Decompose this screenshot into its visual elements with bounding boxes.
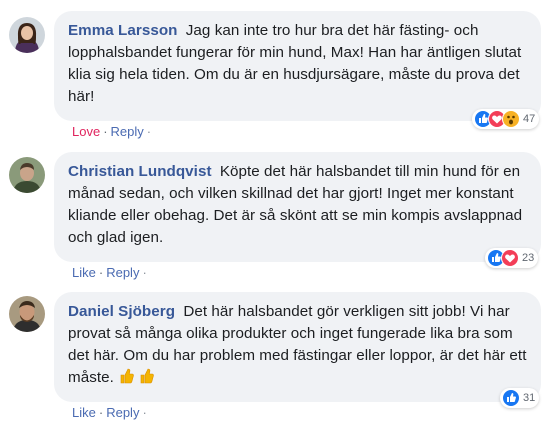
- comment-author[interactable]: Christian Lundqvist: [68, 163, 212, 180]
- like-icon: [502, 389, 520, 407]
- comment-author[interactable]: Daniel Sjöberg: [68, 303, 175, 320]
- reaction-summary[interactable]: 31: [500, 388, 540, 408]
- action-dot: ·: [142, 405, 147, 420]
- comment-bubble: Christian Lundqvist Köpte det här halsba…: [54, 152, 541, 262]
- reaction-count: 31: [523, 392, 536, 404]
- action-dot: ·: [146, 124, 152, 139]
- reaction-summary[interactable]: 23: [485, 248, 539, 268]
- avatar[interactable]: [9, 17, 45, 53]
- thumbs-up-emoji: [140, 368, 155, 391]
- comment-author[interactable]: Emma Larsson: [68, 22, 178, 39]
- action-separator: ·: [103, 124, 108, 139]
- avatar[interactable]: [9, 296, 45, 332]
- comment-bubble: Emma Larsson Jag kan inte tro hur bra de…: [54, 11, 541, 121]
- like-button[interactable]: Like: [72, 265, 96, 280]
- reply-button[interactable]: Reply: [111, 124, 144, 139]
- reply-button[interactable]: Reply: [106, 265, 139, 280]
- action-separator: ·: [98, 265, 104, 280]
- comment-actions: Like · Reply ·: [72, 265, 147, 280]
- comment-actions: Like · Reply ·: [72, 405, 147, 420]
- reply-button[interactable]: Reply: [106, 405, 139, 420]
- like-button[interactable]: Like: [72, 405, 96, 420]
- comment-actions: Love · Reply ·: [72, 124, 151, 139]
- comment-bubble: Daniel Sjöberg Det här halsbandet gör ve…: [54, 292, 541, 402]
- thumbs-up-emoji: [120, 368, 134, 391]
- action-dot: ·: [142, 265, 147, 280]
- reaction-count: 23: [522, 252, 535, 264]
- love-action-button[interactable]: Love: [72, 124, 100, 139]
- love-icon: [501, 249, 519, 267]
- wow-icon: [502, 110, 520, 128]
- action-separator: ·: [98, 405, 104, 420]
- reaction-count: 47: [523, 113, 536, 125]
- avatar[interactable]: [9, 157, 45, 193]
- reaction-summary[interactable]: 47: [472, 109, 540, 129]
